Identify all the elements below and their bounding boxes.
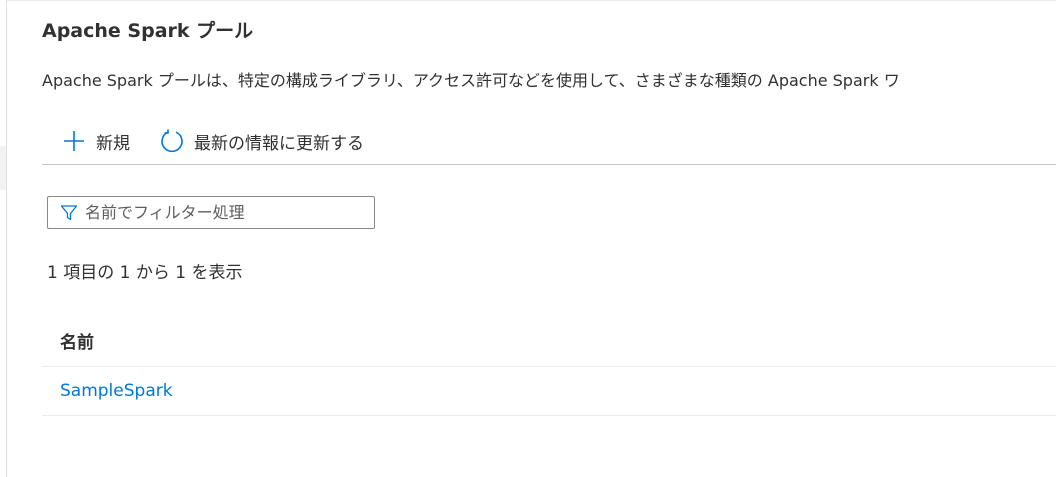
filter-box[interactable]: [47, 196, 375, 229]
top-divider: [6, 0, 1056, 1]
new-button[interactable]: 新規: [60, 122, 130, 160]
refresh-button[interactable]: 最新の情報に更新する: [158, 122, 364, 160]
plus-icon: [60, 127, 88, 155]
command-bar: 新規 最新の情報に更新する: [42, 118, 1056, 165]
table-row: SampleSpark: [42, 367, 1056, 416]
pools-table: 名前 SampleSpark: [42, 314, 1056, 416]
filter-input[interactable]: [85, 203, 355, 222]
page-description: Apache Spark プールは、特定の構成ライブラリ、アクセス許可などを使用…: [42, 71, 900, 90]
page-title: Apache Spark プール: [42, 20, 254, 42]
column-header-name[interactable]: 名前: [42, 328, 94, 353]
new-button-label: 新規: [96, 133, 130, 154]
left-nav-hint: [0, 146, 6, 190]
left-divider: [6, 0, 7, 477]
table-header-row: 名前: [42, 314, 1056, 367]
item-count: 1 項目の 1 から 1 を表示: [47, 263, 243, 283]
refresh-button-label: 最新の情報に更新する: [194, 133, 364, 154]
filter-icon: [59, 203, 79, 223]
spark-pools-page: Apache Spark プール Apache Spark プールは、特定の構成…: [0, 0, 1056, 477]
refresh-icon: [158, 127, 186, 155]
pool-name-link[interactable]: SampleSpark: [42, 381, 173, 401]
